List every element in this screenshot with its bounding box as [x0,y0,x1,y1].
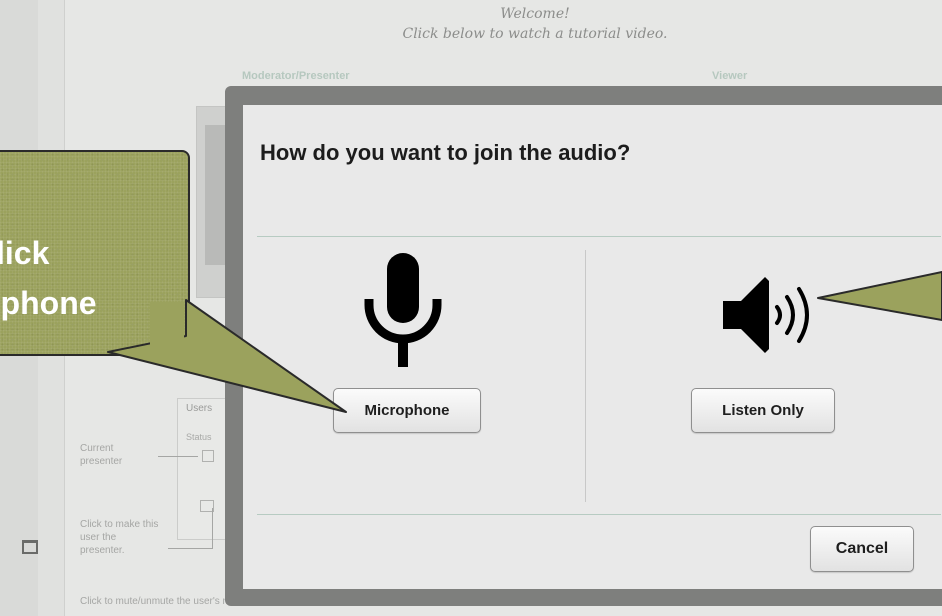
callout-line-1: lick [0,235,50,271]
presenter-arrow [158,456,198,457]
listen-only-button[interactable]: Listen Only [691,388,835,433]
status-column-header: Status [186,432,212,442]
microphone-button[interactable]: Microphone [333,388,481,433]
microphone-icon[interactable] [363,253,443,369]
instruction-callout-text: lick ophone [0,228,97,328]
welcome-subheading: Click below to watch a tutorial video. [402,26,668,42]
make-presenter-note: Click to make this user the presenter. [80,519,159,556]
users-panel-title: Users [186,403,213,414]
note-bracket [168,508,213,549]
join-audio-dialog: How do you want to join the audio? Micro… [243,105,942,589]
window-icon [22,540,38,554]
divider-bottom [257,514,941,515]
dialog-title: How do you want to join the audio? [260,140,631,165]
moderator-presenter-label: Moderator/Presenter [242,70,350,82]
viewer-label: Viewer [712,70,748,82]
cancel-button[interactable]: Cancel [810,526,914,572]
current-presenter-note: Current presenter [80,443,123,467]
presenter-icon [202,450,214,462]
welcome-text: Welcome! Click below to watch a tutorial… [0,4,942,44]
options-divider [585,250,586,502]
divider-top [257,236,941,237]
callout-line-2: ophone [0,285,97,321]
welcome-heading: Welcome! [500,6,570,22]
speaker-icon[interactable] [719,273,811,357]
